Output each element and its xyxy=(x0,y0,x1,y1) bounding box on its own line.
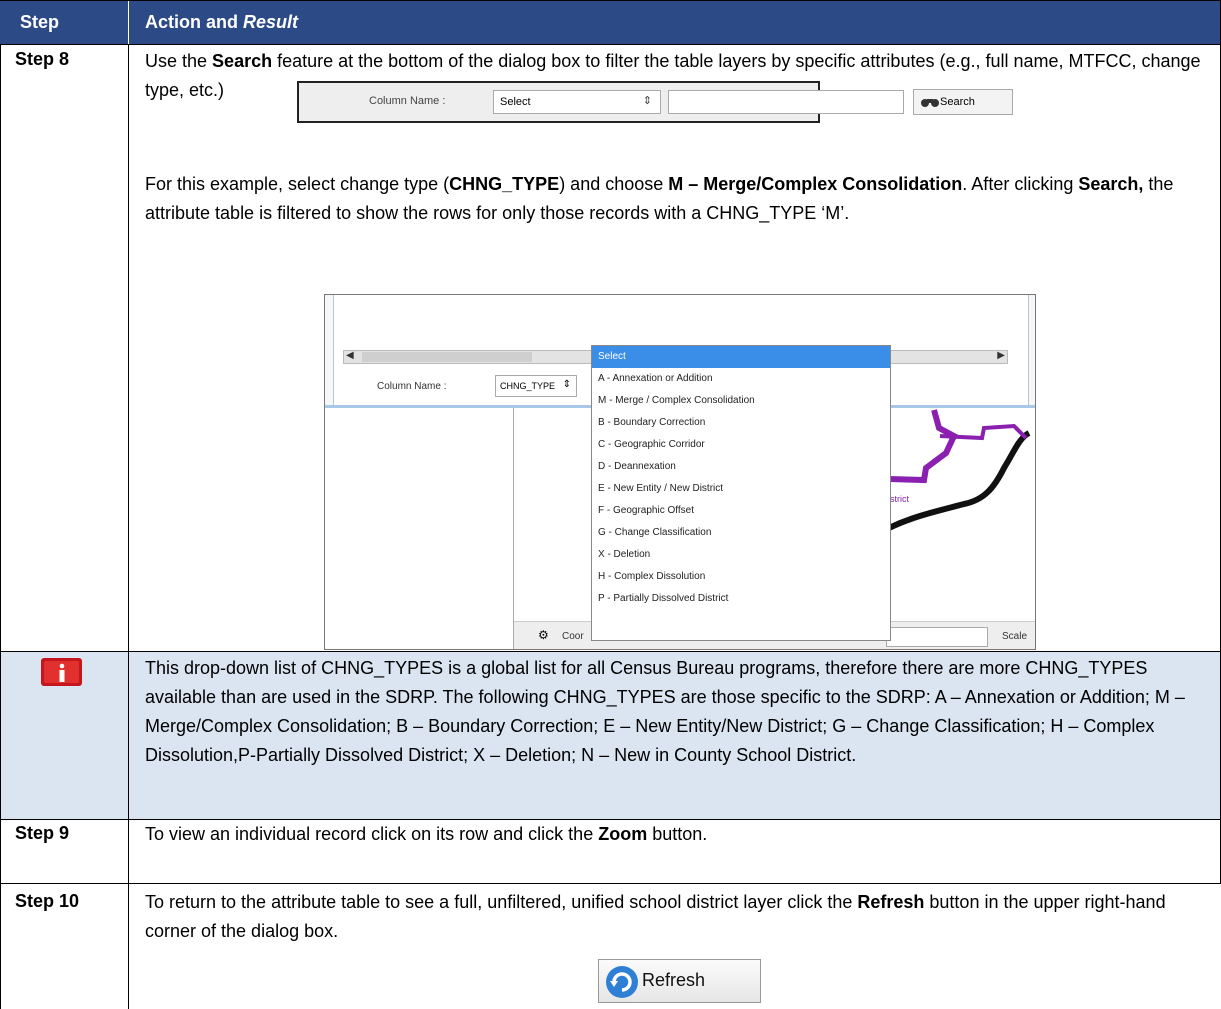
search-button[interactable]: Search xyxy=(913,89,1013,115)
scroll-thumb[interactable] xyxy=(362,352,532,362)
step-8-label: Step 8 xyxy=(15,49,70,69)
dropdown-option[interactable]: Select xyxy=(592,346,890,368)
dropdown-option[interactable]: C - Geographic Corridor xyxy=(592,434,890,456)
coordinates-icon: ⚙ xyxy=(538,628,549,642)
scroll-right-icon[interactable]: ▶ xyxy=(997,350,1005,361)
chng-type-dropdown-list[interactable]: Select A - Annexation or Addition M - Merg… xyxy=(591,345,891,641)
divider xyxy=(0,651,1221,652)
step-10-cell: Step 10 xyxy=(0,883,129,1009)
step-9-cell: Step 9 xyxy=(0,819,129,883)
bold-term: Zoom xyxy=(598,824,648,844)
refresh-icon xyxy=(606,966,638,998)
header-action-cell: Action and Result xyxy=(129,1,1221,44)
binoculars-icon xyxy=(921,99,939,107)
dropdown-option[interactable]: F - Geographic Offset xyxy=(592,500,890,522)
text-run: Use the xyxy=(145,51,213,71)
dropdown-option[interactable]: B - Boundary Correction xyxy=(592,412,890,434)
refresh-label: Refresh xyxy=(642,970,706,990)
header-action-text: Action and xyxy=(145,12,243,32)
text-run: For this example, select change type ( xyxy=(145,174,450,194)
bold-term: CHNG_TYPE xyxy=(449,174,560,194)
text-run: To return to the attribute table to see … xyxy=(145,892,858,912)
step-9-row: Step 9 To view an individual record clic… xyxy=(0,819,1221,883)
info-note-row: This drop-down list of CHNG_TYPES is a g… xyxy=(0,651,1221,819)
search-button-label: Search xyxy=(940,96,975,108)
select-arrows-icon: ⇕ xyxy=(562,379,571,390)
text-run: To view an individual record click on it… xyxy=(145,824,599,844)
column-select[interactable]: Select ⇕ xyxy=(493,90,661,114)
column-name-label: Column Name : xyxy=(369,95,446,107)
info-text: This drop-down list of CHNG_TYPES is a g… xyxy=(145,658,1185,765)
dropdown-option[interactable]: A - Annexation or Addition xyxy=(592,368,890,390)
step-8-paragraph-2: For this example, select change type (CH… xyxy=(145,170,1206,228)
search-value-input[interactable] xyxy=(668,90,904,114)
refresh-button[interactable]: Refresh xyxy=(598,959,761,1003)
header-result-text: Result xyxy=(243,12,299,32)
dropdown-option[interactable]: D - Deannexation xyxy=(592,456,890,478)
dropdown-option[interactable]: G - Change Classification xyxy=(592,522,890,544)
dropdown-option[interactable]: H - Complex Dissolution xyxy=(592,566,890,588)
header-step-cell: Step xyxy=(0,1,129,44)
dropdown-option[interactable]: M - Merge / Complex Consolidation xyxy=(592,390,890,412)
divider xyxy=(0,44,1221,45)
column-name-label-2: Column Name : xyxy=(377,381,447,392)
table-header: Step Action and Result xyxy=(0,0,1221,44)
bold-term: Search, xyxy=(1078,174,1144,194)
step-8-cell: Step 8 xyxy=(0,44,129,651)
coordinates-label: Coor xyxy=(562,631,584,642)
step-9-label: Step 9 xyxy=(15,823,70,843)
dropdown-option[interactable]: E - New Entity / New District xyxy=(592,478,890,500)
header-step: Step xyxy=(20,12,60,32)
dropdown-screenshot: ◀ ▶ Column Name : CHNG_TYPE ⇕ strict ⚙ C… xyxy=(324,294,1036,650)
header-action: Action and Result xyxy=(145,12,298,33)
text-run: button. xyxy=(647,824,708,844)
step-9-text: To view an individual record click on it… xyxy=(145,820,1206,849)
step-10-label: Step 10 xyxy=(15,891,80,911)
bold-term: M – Merge/Complex Consolidation xyxy=(668,174,963,194)
step-9-action: To view an individual record click on it… xyxy=(129,819,1221,883)
select-arrows-icon: ⇕ xyxy=(642,95,652,107)
bold-term: Search xyxy=(212,51,273,71)
column-select-value: Select xyxy=(500,96,531,108)
scroll-left-icon[interactable]: ◀ xyxy=(346,350,354,361)
info-icon xyxy=(41,658,82,686)
scale-label: Scale xyxy=(1001,631,1027,642)
info-icon-cell xyxy=(0,651,129,819)
layer-panel xyxy=(325,408,514,649)
bold-term: Refresh xyxy=(857,892,925,912)
column-select-2[interactable]: CHNG_TYPE ⇕ xyxy=(495,375,577,397)
step-10-text: To return to the attribute table to see … xyxy=(145,888,1207,946)
divider xyxy=(0,883,1221,884)
text-run: ) and choose xyxy=(559,174,669,194)
dropdown-option[interactable]: X - Deletion xyxy=(592,544,890,566)
text-run: . After clicking xyxy=(962,174,1079,194)
scale-field[interactable] xyxy=(886,627,988,647)
info-text-cell: This drop-down list of CHNG_TYPES is a g… xyxy=(129,651,1221,819)
column-select-2-value: CHNG_TYPE xyxy=(500,381,556,391)
divider xyxy=(0,819,1221,820)
svg-text:strict: strict xyxy=(890,494,909,504)
search-bar-screenshot: Column Name : Select ⇕ Search xyxy=(297,81,1013,123)
dropdown-option[interactable]: P - Partially Dissolved District xyxy=(592,588,890,610)
